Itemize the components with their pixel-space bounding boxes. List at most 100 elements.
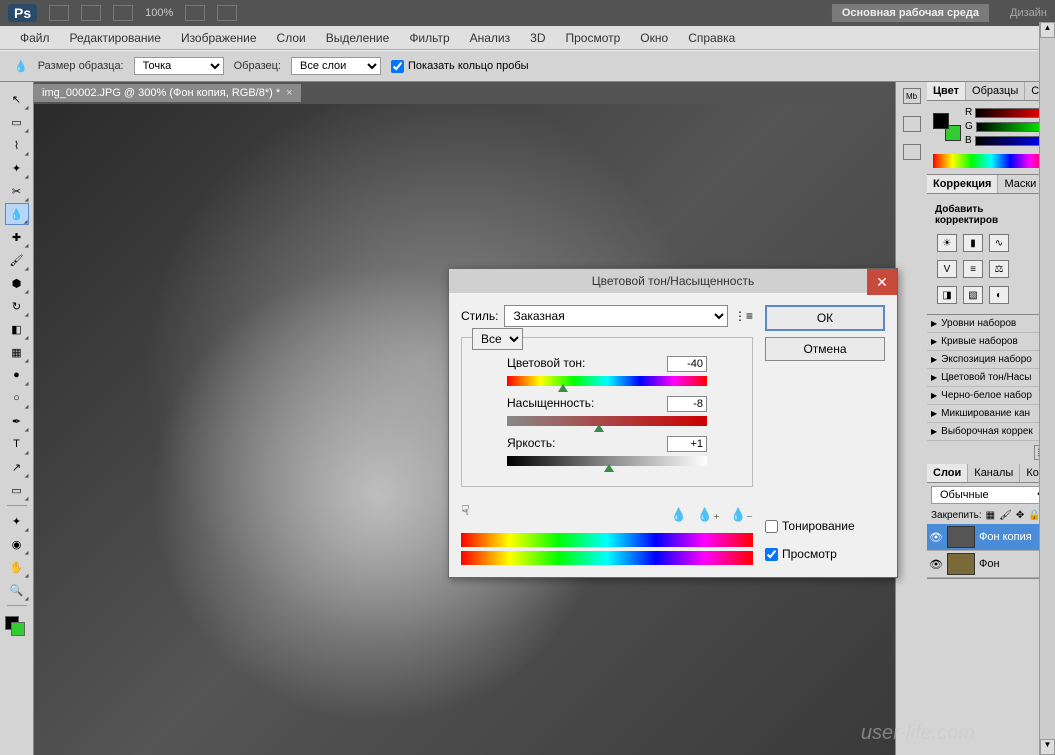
show-ring-check[interactable]: Показать кольцо пробы xyxy=(391,60,529,73)
dock-icon[interactable] xyxy=(903,116,921,132)
menu-3d[interactable]: 3D xyxy=(520,28,555,48)
pen-tool[interactable]: ✒ xyxy=(5,410,29,432)
heal-tool[interactable]: ✚ xyxy=(5,226,29,248)
hue-slider[interactable] xyxy=(507,376,707,386)
preset-item[interactable]: ▶Выборочная коррек xyxy=(927,423,1055,441)
eyedropper-minus-icon[interactable]: 💧₋ xyxy=(730,507,753,523)
b-slider[interactable] xyxy=(975,136,1049,146)
shape-tool[interactable]: ▭ xyxy=(5,479,29,501)
3d-camera-tool[interactable]: ◉ xyxy=(5,533,29,555)
path-tool[interactable]: ↗ xyxy=(5,456,29,478)
tool-preset-icon[interactable]: 💧 xyxy=(14,60,28,73)
hue-input[interactable] xyxy=(667,356,707,372)
menu-edit[interactable]: Редактирование xyxy=(60,28,171,48)
layer-thumbnail[interactable] xyxy=(947,553,975,575)
threshold-icon[interactable]: ◐ xyxy=(989,286,1009,304)
workspace-button[interactable]: Основная рабочая среда xyxy=(831,3,990,23)
blend-mode-select[interactable]: Обычные xyxy=(931,486,1051,504)
preset-item[interactable]: ▶Микширование кан xyxy=(927,405,1055,423)
balance-icon[interactable]: ⚖ xyxy=(989,260,1009,278)
scroll-up-icon[interactable]: ▲ xyxy=(1040,22,1055,38)
huesat-icon[interactable]: ≡ xyxy=(963,260,983,278)
blur-tool[interactable]: ● xyxy=(5,364,29,386)
menu-layer[interactable]: Слои xyxy=(267,28,316,48)
eyedropper-tool[interactable]: 💧 xyxy=(5,203,29,225)
tab-correction[interactable]: Коррекция xyxy=(927,175,998,193)
move-tool[interactable]: ↖ xyxy=(5,88,29,110)
lock-brush-icon[interactable]: 🖌 xyxy=(999,510,1012,521)
close-icon[interactable]: ✕ xyxy=(867,269,897,295)
marquee-tool[interactable]: ▭ xyxy=(5,111,29,133)
eyedropper-plus-icon[interactable]: 💧₊ xyxy=(697,507,720,523)
preset-item[interactable]: ▶Цветовой тон/Насы xyxy=(927,369,1055,387)
saturation-input[interactable] xyxy=(667,396,707,412)
arrange-icon[interactable] xyxy=(185,5,205,21)
tab-color[interactable]: Цвет xyxy=(927,82,966,100)
style-select[interactable]: Заказная xyxy=(504,305,728,327)
eyedropper-icon[interactable]: 💧 xyxy=(671,507,687,523)
scope-select[interactable]: Все xyxy=(472,328,523,350)
preset-item[interactable]: ▶Уровни наборов xyxy=(927,315,1055,333)
menu-help[interactable]: Справка xyxy=(678,28,745,48)
vibrance-icon[interactable]: V xyxy=(937,260,957,278)
view-icon[interactable] xyxy=(113,5,133,21)
invert-icon[interactable]: ◨ xyxy=(937,286,957,304)
preset-item[interactable]: ▶Экспозиция наборо xyxy=(927,351,1055,369)
preview-check[interactable]: Просмотр xyxy=(765,547,885,561)
menu-image[interactable]: Изображение xyxy=(171,28,267,48)
color-swatches[interactable] xyxy=(933,113,961,141)
saturation-slider[interactable] xyxy=(507,416,707,426)
document-tab[interactable]: img_00002.JPG @ 300% (Фон копия, RGB/8*)… xyxy=(34,84,301,102)
preset-item[interactable]: ▶Кривые наборов xyxy=(927,333,1055,351)
layer-row[interactable]: 👁 Фон xyxy=(927,551,1055,578)
stamp-tool[interactable]: ⬢ xyxy=(5,272,29,294)
menu-view[interactable]: Просмотр xyxy=(555,28,630,48)
tab-masks[interactable]: Маски xyxy=(998,175,1043,193)
lock-pixels-icon[interactable]: ▦ xyxy=(986,510,995,521)
type-tool[interactable]: T xyxy=(5,433,29,455)
preset-menu-icon[interactable]: ⋮≡ xyxy=(734,309,753,323)
tab-layers[interactable]: Слои xyxy=(927,464,968,482)
brightness-icon[interactable]: ☀ xyxy=(937,234,957,252)
sample-size-select[interactable]: Точка xyxy=(134,57,224,75)
zoom-tool[interactable]: 🔍 xyxy=(5,579,29,601)
curves-icon[interactable]: ∿ xyxy=(989,234,1009,252)
visibility-icon[interactable]: 👁 xyxy=(929,558,943,571)
tab-swatches[interactable]: Образцы xyxy=(966,82,1025,100)
menu-select[interactable]: Выделение xyxy=(316,28,400,48)
dock-icon[interactable] xyxy=(903,144,921,160)
preset-item[interactable]: ▶Черно-белое набор xyxy=(927,387,1055,405)
hue-strip[interactable] xyxy=(933,154,1049,168)
menu-file[interactable]: Файл xyxy=(10,28,60,48)
3d-tool[interactable]: ✦ xyxy=(5,510,29,532)
background-color[interactable] xyxy=(11,622,25,636)
lightness-slider[interactable] xyxy=(507,456,707,466)
zoom-level[interactable]: 100% xyxy=(145,7,173,19)
layer-thumbnail[interactable] xyxy=(947,526,975,548)
workspace-design-label[interactable]: Дизайн xyxy=(1010,7,1047,19)
wand-tool[interactable]: ✦ xyxy=(5,157,29,179)
colorize-check[interactable]: Тонирование xyxy=(765,519,885,533)
scroll-down-icon[interactable]: ▼ xyxy=(1040,739,1055,755)
history-brush-tool[interactable]: ↻ xyxy=(5,295,29,317)
r-slider[interactable] xyxy=(975,108,1049,118)
lock-move-icon[interactable]: ✥ xyxy=(1016,510,1024,521)
vertical-scrollbar[interactable]: ▲ ▼ xyxy=(1039,22,1055,755)
lasso-tool[interactable]: ⌇ xyxy=(5,134,29,156)
scrub-icon[interactable]: ☟ xyxy=(461,502,470,519)
mb-icon[interactable] xyxy=(81,5,101,21)
menu-filter[interactable]: Фильтр xyxy=(399,28,459,48)
eraser-tool[interactable]: ◧ xyxy=(5,318,29,340)
hand-tool[interactable]: ✋ xyxy=(5,556,29,578)
dodge-tool[interactable]: ○ xyxy=(5,387,29,409)
poster-icon[interactable]: ▧ xyxy=(963,286,983,304)
menu-analysis[interactable]: Анализ xyxy=(460,28,521,48)
gradient-tool[interactable]: ▦ xyxy=(5,341,29,363)
dock-icon[interactable]: Mb xyxy=(903,88,921,104)
brush-tool[interactable]: 🖌 xyxy=(5,249,29,271)
sample-layers-select[interactable]: Все слои xyxy=(291,57,381,75)
close-tab-icon[interactable]: × xyxy=(286,87,292,99)
color-swatch[interactable] xyxy=(5,616,29,640)
dialog-titlebar[interactable]: Цветовой тон/Насыщенность ✕ xyxy=(449,269,897,293)
screenmode-icon[interactable] xyxy=(217,5,237,21)
